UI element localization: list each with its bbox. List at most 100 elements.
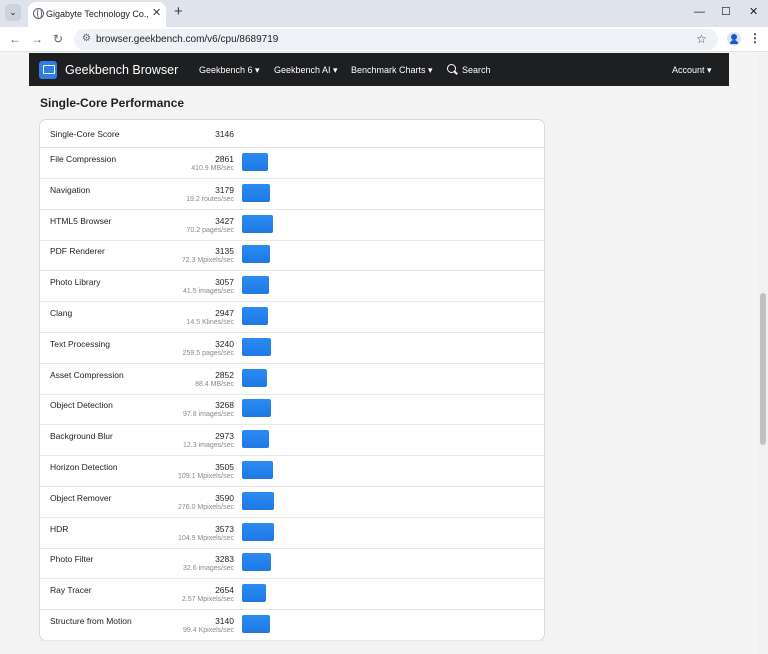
search-icon[interactable]	[447, 64, 456, 73]
score-bar	[242, 491, 274, 510]
site-brand[interactable]: Geekbench Browser	[65, 63, 178, 77]
score-bar	[242, 461, 273, 479]
benchmark-name: PDF Renderer	[50, 246, 105, 257]
globe-icon	[33, 8, 44, 19]
back-arrow-icon[interactable]: ←	[9, 32, 21, 46]
benchmark-rate: 97.8 images/sec	[183, 411, 234, 419]
results-card: Single-Core Score 3146 File Compression 2…	[39, 119, 545, 641]
score-bar	[242, 307, 268, 325]
benchmark-name: Background Blur	[50, 431, 113, 442]
table-row: HDR 3573 104.9 Mpixels/sec	[40, 518, 544, 549]
url-text[interactable]: browser.geekbench.com/v6/cpu/8689719	[96, 34, 278, 45]
benchmark-name: HDR	[50, 523, 69, 534]
address-bar[interactable]: ⚙ browser.geekbench.com/v6/cpu/8689719 ☆	[74, 29, 718, 50]
reload-icon[interactable]: ↻	[53, 32, 63, 46]
new-tab-plus-icon[interactable]: +	[174, 3, 183, 21]
benchmark-rate: 99.4 Kpixels/sec	[183, 627, 234, 634]
score-bar	[242, 153, 268, 171]
benchmark-name: Object Remover	[50, 492, 112, 503]
site-info-icon[interactable]: ⚙	[82, 33, 91, 45]
single-core-score-row: Single-Core Score 3146	[40, 120, 544, 148]
score-bar	[242, 553, 271, 572]
geekbench-logo-icon[interactable]	[39, 61, 57, 79]
benchmark-name: Photo Library	[50, 277, 101, 288]
benchmark-name: File Compression	[50, 154, 117, 164]
benchmark-score: 3427	[215, 215, 234, 226]
benchmark-score: 2973	[215, 431, 234, 442]
benchmark-rate: 2.57 Mpixels/sec	[181, 596, 234, 604]
benchmark-score: 3140	[215, 616, 234, 626]
benchmark-name: Asset Compression	[50, 369, 124, 380]
score-bar	[242, 245, 270, 264]
benchmark-score: 3240	[215, 338, 234, 349]
benchmark-name: HTML5 Browser	[50, 215, 112, 226]
benchmark-score: 3268	[215, 400, 234, 411]
benchmark-name: Structure from Motion	[50, 616, 132, 626]
nav-search[interactable]: Search	[462, 65, 491, 75]
benchmark-rate: 32.6 images/sec	[183, 565, 234, 573]
section-title: Single-Core Performance	[40, 96, 185, 110]
table-row: HTML5 Browser 3427 70.2 pages/sec	[40, 210, 544, 241]
benchmark-score: 2861	[215, 154, 234, 164]
benchmark-rate: 70.2 pages/sec	[186, 226, 234, 234]
table-row: Navigation 3179 19.2 routes/sec	[40, 179, 544, 210]
nav-geekbench-ai[interactable]: Geekbench AI ▾	[274, 65, 338, 76]
benchmark-score: 3179	[215, 184, 234, 195]
window-close-icon[interactable]: ✕	[749, 5, 758, 19]
benchmark-name: Navigation	[50, 184, 91, 195]
benchmark-rate: 72.3 Mpixels/sec	[181, 257, 234, 265]
benchmark-name: Ray Tracer	[50, 585, 92, 596]
benchmark-rate: 104.9 Mpixels/sec	[177, 534, 234, 542]
table-row: Structure from Motion 3140 99.4 Kpixels/se…	[40, 610, 544, 641]
site-navbar: Geekbench Browser Geekbench 6 ▾ Geekbenc…	[29, 53, 729, 86]
table-row: PDF Renderer 3135 72.3 Mpixels/sec	[40, 240, 544, 272]
score-bar	[242, 584, 266, 603]
table-row: Text Processing 3240 259.5 pages/sec	[40, 333, 544, 364]
benchmark-score: 3135	[215, 246, 234, 257]
nav-benchmark-charts[interactable]: Benchmark Charts ▾	[351, 65, 433, 76]
score-bar	[242, 183, 270, 202]
tab-close-icon[interactable]: ✕	[152, 6, 161, 20]
benchmark-name: Horizon Detection	[50, 462, 118, 472]
forward-arrow-icon[interactable]: →	[31, 32, 43, 46]
score-bar	[242, 276, 269, 295]
scrollbar-thumb[interactable]	[760, 293, 766, 445]
benchmark-name: Photo Filter	[50, 554, 94, 565]
benchmark-score: 2947	[215, 308, 234, 318]
benchmark-score: 3505	[215, 462, 234, 472]
browser-toolbar: ← → ↻ ⚙ browser.geekbench.com/v6/cpu/868…	[0, 27, 768, 52]
browser-menu-icon[interactable]: ⋮	[749, 31, 761, 45]
score-bar	[242, 337, 271, 356]
bookmark-star-icon[interactable]: ☆	[696, 32, 707, 46]
table-row: Horizon Detection 3505 109.1 Mpixels/sec	[40, 456, 544, 487]
maximize-icon[interactable]: ☐	[721, 5, 731, 19]
benchmark-rate: 259.5 pages/sec	[182, 349, 234, 357]
browser-tab[interactable]: Gigabyte Technology Co., Ltd. ✕	[28, 2, 166, 27]
table-row: Photo Library 3057 41.5 images/sec	[40, 271, 544, 303]
tab-search-chevron-icon[interactable]: ⌄	[5, 4, 21, 21]
benchmark-rate: 109.1 Mpixels/sec	[177, 473, 234, 480]
nav-account[interactable]: Account ▾	[672, 65, 712, 76]
benchmark-score: 2852	[215, 369, 234, 380]
minimize-icon[interactable]: —	[694, 5, 705, 19]
score-bar	[242, 399, 271, 418]
benchmark-name: Text Processing	[50, 338, 110, 349]
benchmark-score: 3573	[215, 523, 234, 534]
nav-geekbench6[interactable]: Geekbench 6 ▾	[199, 65, 260, 76]
score-bar	[242, 615, 270, 633]
benchmark-rate: 88.4 MB/sec	[195, 380, 234, 388]
benchmark-rate: 410.9 MB/sec	[191, 165, 234, 172]
benchmark-rate: 19.2 routes/sec	[186, 195, 234, 203]
benchmark-score: 3590	[215, 492, 234, 503]
page-scrollbar[interactable]	[758, 53, 768, 654]
table-row: Object Detection 3268 97.8 images/sec	[40, 394, 544, 426]
score-bar	[242, 214, 273, 233]
profile-avatar-icon[interactable]	[727, 32, 741, 46]
table-row: File Compression 2861 410.9 MB/sec	[40, 148, 544, 179]
benchmark-rate: 41.5 images/sec	[183, 288, 234, 296]
benchmark-name: Clang	[50, 308, 73, 318]
page-content: Geekbench Browser Geekbench 6 ▾ Geekbenc…	[0, 53, 758, 654]
table-row: Object Remover 3590 276.0 Mpixels/sec	[40, 487, 544, 518]
table-row: Asset Compression 2852 88.4 MB/sec	[40, 364, 544, 395]
benchmark-rate: 14.5 Klines/sec	[186, 319, 234, 326]
